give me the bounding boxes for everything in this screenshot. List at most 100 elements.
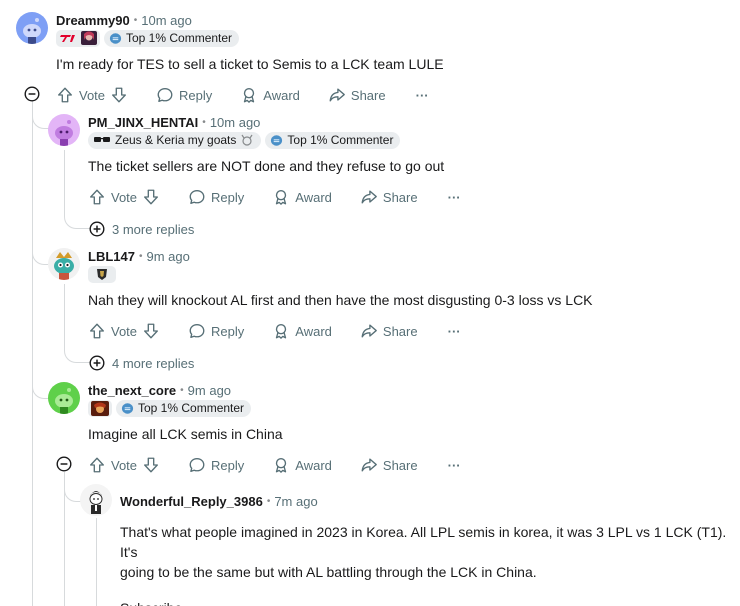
vote-label: Vote [111, 189, 138, 205]
username[interactable]: LBL147 [88, 249, 135, 264]
comment-body: Nah they will knockout AL first and then… [88, 292, 593, 308]
timestamp[interactable]: 10m ago [210, 115, 261, 130]
avatar[interactable] [48, 382, 80, 414]
snoo-avatar-icon [48, 248, 80, 280]
username[interactable]: PM_JINX_HENTAI [88, 115, 198, 130]
vote-label: Vote [111, 457, 138, 473]
overflow-menu-button[interactable]: ··· [448, 458, 461, 473]
share-button[interactable]: Share [360, 322, 418, 340]
overflow-menu-button[interactable]: ··· [416, 88, 429, 103]
thread-elbow-3 [32, 101, 50, 399]
share-icon [360, 188, 378, 206]
award-icon [272, 456, 290, 474]
overflow-menu-button[interactable]: ··· [448, 324, 461, 339]
flair-text: Zeus & Keria my goats [115, 133, 237, 147]
vote-label: Vote [111, 323, 138, 339]
collapse-thread-icon[interactable] [24, 86, 40, 102]
top-commenter-badge: Top 1% Commenter [265, 131, 401, 149]
separator-dot: • [180, 384, 184, 396]
timestamp[interactable]: 9m ago [146, 249, 189, 264]
upvote-icon[interactable] [56, 86, 74, 104]
username[interactable]: Dreammy90 [56, 13, 130, 28]
badge-label: Top 1% Commenter [126, 31, 233, 45]
more-replies-button[interactable]: 3 more replies [89, 220, 194, 238]
snoo-avatar-icon [48, 114, 80, 146]
timestamp[interactable]: 9m ago [188, 383, 231, 398]
share-label: Share [382, 457, 418, 473]
downvote-icon[interactable] [142, 322, 160, 340]
reply-icon [188, 188, 206, 206]
award-label: Award [295, 457, 332, 473]
more-replies-label: 4 more replies [112, 355, 195, 371]
award-icon [272, 188, 290, 206]
snoo-avatar-icon [48, 382, 80, 414]
badge-label: Top 1% Commenter [138, 401, 245, 415]
avatar[interactable] [80, 484, 112, 516]
reply-button[interactable]: Reply [188, 456, 244, 474]
collapse-thread-icon[interactable] [56, 456, 72, 472]
share-icon [360, 456, 378, 474]
top-commenter-badge: Top 1% Commenter [116, 399, 252, 417]
snoo-avatar-icon [16, 12, 48, 44]
user-flair: Zeus & Keria my goats [88, 131, 262, 149]
separator-dot: • [138, 250, 143, 262]
comment-body: Imagine all LCK semis in China [88, 426, 283, 442]
share-label: Share [350, 87, 386, 103]
thread-elbow-c2-more [64, 150, 90, 229]
badge-label: Top 1% Commenter [287, 133, 394, 147]
reply-button[interactable]: Reply [188, 322, 244, 340]
downvote-icon[interactable] [142, 456, 160, 474]
expand-icon [89, 221, 105, 237]
award-label: Award [263, 87, 300, 103]
flair-row: Top 1% Commenter [88, 399, 252, 417]
comment-actions: Vote Reply Award Share ··· [88, 186, 461, 208]
reply-label: Reply [211, 323, 245, 339]
badge-icon [121, 402, 134, 415]
award-button[interactable]: Award [272, 322, 332, 340]
comment-actions: Vote Reply Award Share ··· [88, 320, 461, 342]
ellipsis-icon: ··· [415, 87, 429, 103]
thread-elbow-c3-more [64, 284, 90, 363]
user-flair [88, 265, 116, 283]
award-button[interactable]: Award [272, 188, 332, 206]
team-logo-icon [91, 267, 113, 281]
top-commenter-badge: Top 1% Commenter [104, 29, 240, 47]
goat-icon [241, 134, 253, 146]
share-label: Share [382, 189, 418, 205]
share-button[interactable]: Share [328, 86, 386, 104]
reply-button[interactable]: Reply [156, 86, 212, 104]
reply-label: Reply [211, 457, 245, 473]
comment-meta: LBL147 • 9m ago [88, 247, 190, 265]
snoo-avatar-icon [80, 484, 112, 516]
downvote-icon[interactable] [110, 86, 128, 104]
avatar[interactable] [48, 248, 80, 280]
vote-group: Vote [88, 322, 160, 340]
t1-logo-icon [59, 32, 79, 44]
share-icon [328, 86, 346, 104]
upvote-icon[interactable] [88, 456, 106, 474]
timestamp[interactable]: 7m ago [274, 494, 317, 509]
downvote-icon[interactable] [142, 188, 160, 206]
user-flair [56, 29, 100, 47]
share-button[interactable]: Share [360, 188, 418, 206]
username[interactable]: the_next_core [88, 383, 176, 398]
share-button[interactable]: Share [360, 456, 418, 474]
more-replies-label: 3 more replies [112, 221, 195, 237]
reply-label: Reply [179, 87, 213, 103]
award-button[interactable]: Award [272, 456, 332, 474]
sunglasses-icon [94, 137, 110, 142]
username[interactable]: Wonderful_Reply_3986 [120, 494, 263, 509]
avatar[interactable] [16, 12, 48, 44]
comment-body-paragraph: Subscribe. [120, 598, 735, 606]
timestamp[interactable]: 10m ago [141, 13, 192, 28]
reply-button[interactable]: Reply [188, 188, 244, 206]
avatar[interactable] [48, 114, 80, 146]
comment-actions: Vote Reply Award Share ··· [56, 84, 429, 106]
upvote-icon[interactable] [88, 188, 106, 206]
more-replies-button[interactable]: 4 more replies [89, 354, 194, 372]
award-button[interactable]: Award [240, 86, 300, 104]
upvote-icon[interactable] [88, 322, 106, 340]
award-label: Award [295, 189, 332, 205]
overflow-menu-button[interactable]: ··· [448, 190, 461, 205]
badge-icon [270, 134, 283, 147]
